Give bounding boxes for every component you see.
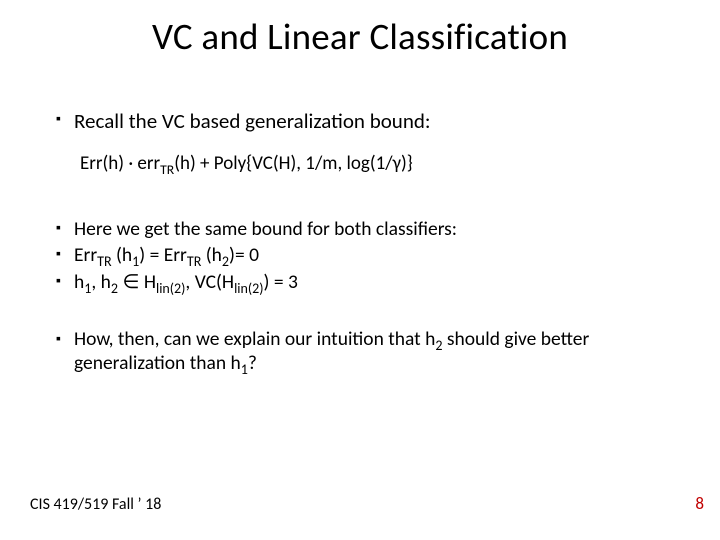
bullet-hlin: h1, h2 ∈ Hlin(2), VC(Hlin(2)) = 3: [56, 270, 680, 294]
t: ) = Err: [139, 243, 187, 267]
t: TR: [97, 253, 111, 270]
t: 2: [222, 253, 229, 270]
t: h: [74, 270, 84, 294]
footer-page-number: 8: [695, 493, 704, 514]
block-same-bound: Here we get the same bound for both clas…: [56, 217, 680, 294]
t: Err: [74, 243, 97, 267]
t: ?: [248, 351, 257, 375]
bullet-question: How, then, can we explain our intuition …: [56, 328, 680, 376]
t: )= 0: [229, 243, 259, 267]
formula-sub-tr: TR: [160, 161, 174, 178]
slide-title: VC and Linear Classification: [0, 14, 720, 59]
t: , h: [91, 270, 111, 294]
block-question: How, then, can we explain our intuition …: [56, 328, 680, 376]
bullet-same-bound: Here we get the same bound for both clas…: [56, 217, 680, 241]
t: lin(2): [234, 280, 263, 297]
t: 2: [111, 280, 118, 297]
footer-course: CIS 419/519 Fall ’ 18: [30, 495, 161, 514]
t: 1: [241, 361, 248, 378]
t: How, then, can we explain our intuition …: [74, 327, 435, 351]
t: lin(2): [156, 280, 185, 297]
formula-text-post: (h) + Poly{VC(H), 1/m, log(1/γ)}: [174, 152, 413, 175]
t: ) = 3: [264, 270, 298, 294]
slide: VC and Linear Classification Recall the …: [0, 0, 720, 540]
formula-vc-bound: Err(h) · errTR(h) + Poly{VC(H), 1/m, log…: [80, 152, 680, 177]
bullet-recall: Recall the VC based generalization bound…: [56, 108, 680, 134]
t: (h: [201, 243, 222, 267]
formula-text-pre: Err(h) · err: [80, 152, 160, 175]
slide-body: Recall the VC based generalization bound…: [56, 108, 680, 382]
t: (h: [112, 243, 133, 267]
bullet-err-tr: ErrTR (h1) = ErrTR (h2)= 0: [56, 243, 680, 267]
t: ∈ H: [118, 270, 156, 294]
t: TR: [187, 253, 201, 270]
t: , VC(H: [185, 270, 234, 294]
